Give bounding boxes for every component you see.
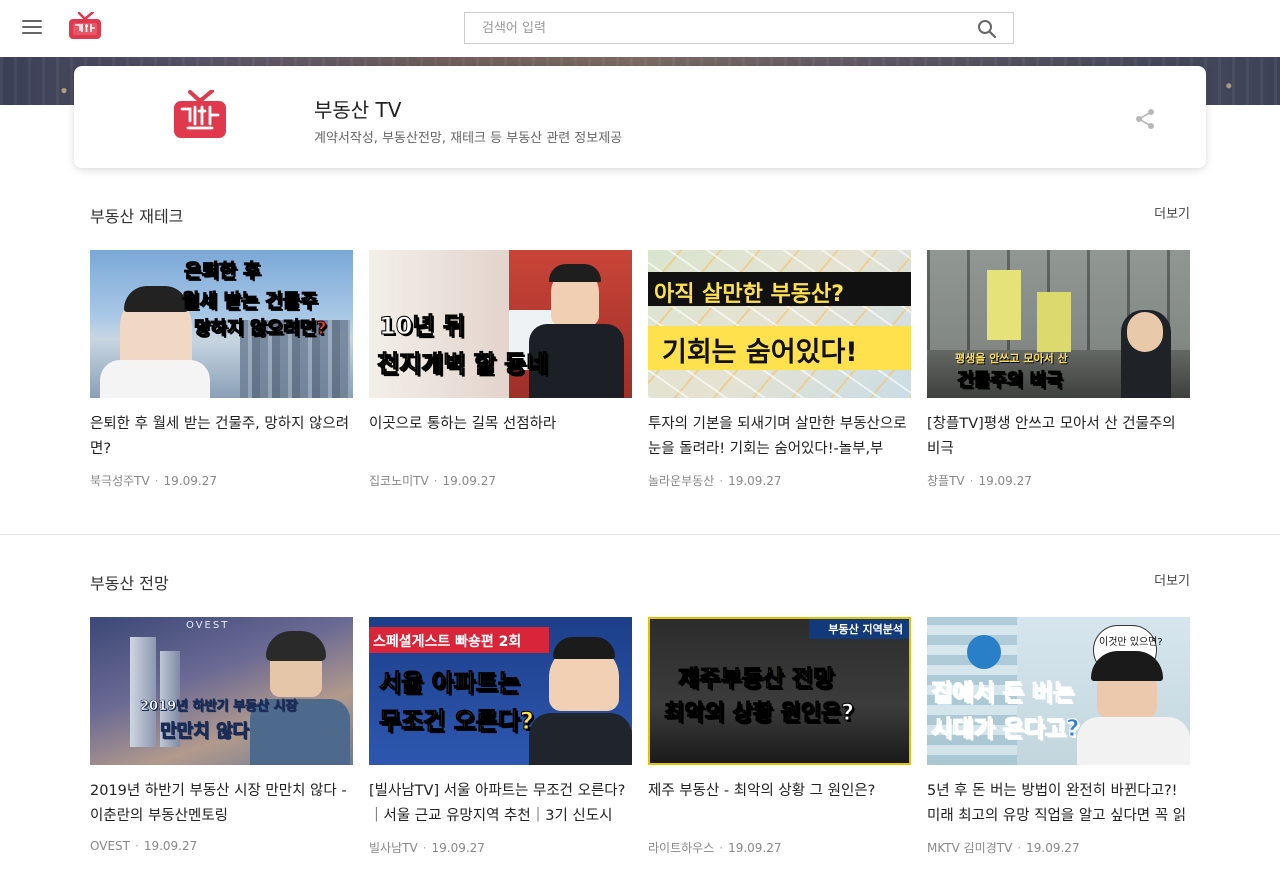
section-title: 부동산 전망 (90, 574, 169, 593)
video-thumbnail[interactable]: 스페셜게스트 빠숑편 2회 서울 아파트는 무조건 오른다? (369, 617, 632, 765)
video-title[interactable]: 5년 후 돈 버는 방법이 완전히 바뀐다고?! 미래 최고의 유망 직업을 알… (927, 779, 1190, 829)
video-channel[interactable]: 창플TV (927, 474, 965, 488)
video-title[interactable]: [창플TV]평생 안쓰고 모아서 산 건물주의 비극 (927, 412, 1190, 462)
video-card[interactable]: 부동산 지역분석 제주부동산 전망 최악의 상황 원인은? 제주 부동산 - 최… (648, 617, 911, 856)
video-channel[interactable]: 라이트하우스 (648, 841, 714, 855)
thumbnail-caption: 최악의 상황 원인은? (663, 701, 855, 727)
video-card[interactable]: 아직 살만한 부동산? 기회는 숨어있다! 투자의 기본을 되새기며 살만한 부… (648, 250, 911, 489)
search-box (464, 12, 1014, 44)
video-thumbnail[interactable]: 평생을 안쓰고 모아서 산 건물주의 비극 (927, 250, 1190, 398)
channel-title: 부동산 TV (314, 98, 402, 122)
video-card[interactable]: 스페셜게스트 빠숑편 2회 서울 아파트는 무조건 오른다? [빌사남TV] 서… (369, 617, 632, 856)
share-icon[interactable] (1134, 108, 1156, 130)
video-meta: 빌사남TV · 19.09.27 (369, 841, 485, 855)
video-card[interactable]: 은퇴한 후 월세 받는 건물주 망하지 않으려면? 은퇴한 후 월세 받는 건물… (90, 250, 353, 489)
channel-logo (172, 89, 228, 140)
search-icon[interactable] (977, 19, 997, 39)
video-title[interactable]: [빌사남TV] 서울 아파트는 무조건 오른다? ｜서울 근교 유망지역 추천｜… (369, 779, 632, 829)
thumbnail-caption: 제주부동산 전망 (677, 666, 835, 693)
video-channel[interactable]: 북극성주TV (90, 474, 150, 488)
video-meta: 창플TV · 19.09.27 (927, 474, 1032, 488)
video-meta: 놀라운부동산 · 19.09.27 (648, 474, 782, 488)
video-date: 19.09.27 (978, 474, 1032, 488)
video-thumbnail[interactable]: 이것만 있으면? 집에서 돈 버는 시대가 온다고? (927, 617, 1190, 765)
video-meta: MKTV 김미경TV · 19.09.27 (927, 841, 1080, 855)
thumbnail-caption: 스페셜게스트 빠숑편 2회 (373, 634, 522, 650)
video-date: 19.09.27 (431, 841, 485, 855)
video-date: 19.09.27 (728, 474, 782, 488)
video-title[interactable]: 투자의 기본을 되새기며 살만한 부동산으로 눈을 돌려라! 기회는 숨어있다!… (648, 412, 911, 462)
more-link[interactable]: 더보기 (1154, 203, 1190, 222)
thumbnail-caption: 평생을 안쓰고 모아서 산 (955, 352, 1068, 365)
video-meta: 집코노미TV · 19.09.27 (369, 474, 496, 488)
thumbnail-caption: 2019년 하반기 부동산 시장 (140, 699, 298, 715)
section-real-estate-investment: 부동산 재테크 더보기 은퇴한 후 월세 받는 건물주 망하지 않으려면? 은퇴… (90, 203, 1190, 503)
thumbnail-caption: 만만치 않다 (160, 721, 250, 743)
section-divider (0, 534, 1280, 535)
thumbnail-caption: 서울 아파트는 (379, 669, 521, 698)
video-title[interactable]: 제주 부동산 - 최악의 상황 그 원인은? (648, 779, 911, 829)
video-thumbnail[interactable]: 아직 살만한 부동산? 기회는 숨어있다! (648, 250, 911, 398)
video-title[interactable]: 2019년 하반기 부동산 시장 만만치 않다 - 이춘란의 부동산멘토링 (90, 779, 353, 829)
video-card[interactable]: OVEST 2019년 하반기 부동산 시장 만만치 않다 2019년 하반기 … (90, 617, 353, 853)
video-thumbnail[interactable]: 부동산 지역분석 제주부동산 전망 최악의 상황 원인은? (648, 617, 911, 765)
video-title[interactable]: 이곳으로 통하는 길목 선점하라 (369, 412, 632, 462)
video-thumbnail[interactable]: 10년 뒤 천지개벽 할 동네 (369, 250, 632, 398)
video-title[interactable]: 은퇴한 후 월세 받는 건물주, 망하지 않으려면? (90, 412, 353, 462)
thumbnail-caption: 부동산 지역분석 (828, 623, 903, 636)
section-title: 부동산 재테크 (90, 207, 184, 226)
video-meta: OVEST · 19.09.27 (90, 839, 198, 853)
video-date: 19.09.27 (442, 474, 496, 488)
thumbnail-caption: 10년 뒤 (379, 312, 466, 341)
thumbnail-caption: 이것만 있으면? (1099, 637, 1163, 648)
section-real-estate-outlook: 부동산 전망 더보기 OVEST 2019년 하반기 부동산 시장 만만치 않다… (90, 570, 1190, 870)
channel-description: 계약서작성, 부동산전망, 재테크 등 부동산 관련 정보제공 (314, 131, 623, 146)
video-card[interactable]: 평생을 안쓰고 모아서 산 건물주의 비극 [창플TV]평생 안쓰고 모아서 산… (927, 250, 1190, 489)
video-date: 19.09.27 (728, 841, 782, 855)
site-logo[interactable] (68, 10, 102, 40)
video-date: 19.09.27 (143, 839, 198, 853)
video-channel[interactable]: 빌사남TV (369, 841, 418, 855)
thumbnail-caption: 망하지 않으려면? (194, 318, 328, 340)
thumbnail-caption: 기회는 숨어있다! (662, 337, 858, 368)
video-channel[interactable]: 집코노미TV (369, 474, 429, 488)
search-input[interactable] (465, 13, 965, 43)
video-channel[interactable]: OVEST (90, 839, 130, 853)
top-bar (0, 0, 1280, 57)
thumbnail-caption: 아직 살만한 부동산? (654, 282, 845, 307)
thumbnail-caption: 집에서 돈 버는 (931, 680, 1075, 707)
thumbnail-caption: 월세 받는 건물주 (182, 290, 319, 313)
video-date: 19.09.27 (163, 474, 217, 488)
thumbnail-caption: 시대가 온다고? (930, 716, 1080, 743)
video-date: 19.09.27 (1026, 841, 1080, 855)
video-meta: 라이트하우스 · 19.09.27 (648, 841, 782, 855)
thumbnail-caption: OVEST (186, 620, 230, 631)
thumbnail-caption: 건물주의 비극 (957, 370, 1064, 392)
video-card[interactable]: 10년 뒤 천지개벽 할 동네 이곳으로 통하는 길목 선점하라 집코노미TV ·… (369, 250, 632, 489)
video-thumbnail[interactable]: OVEST 2019년 하반기 부동산 시장 만만치 않다 (90, 617, 353, 765)
thumbnail-caption: 천지개벽 할 동네 (376, 350, 549, 379)
video-thumbnail[interactable]: 은퇴한 후 월세 받는 건물주 망하지 않으려면? (90, 250, 353, 398)
video-channel[interactable]: 놀라운부동산 (648, 474, 714, 488)
video-card[interactable]: 이것만 있으면? 집에서 돈 버는 시대가 온다고? 5년 후 돈 버는 방법이… (927, 617, 1190, 856)
video-channel[interactable]: MKTV 김미경TV (927, 841, 1012, 855)
channel-info-card: 부동산 TV 계약서작성, 부동산전망, 재테크 등 부동산 관련 정보제공 (74, 66, 1206, 168)
hamburger-menu-icon[interactable] (22, 18, 44, 36)
thumbnail-caption: 무조건 오른다? (379, 707, 535, 736)
thumbnail-caption: 은퇴한 후 (184, 260, 262, 283)
video-meta: 북극성주TV · 19.09.27 (90, 474, 217, 488)
more-link[interactable]: 더보기 (1154, 570, 1190, 589)
